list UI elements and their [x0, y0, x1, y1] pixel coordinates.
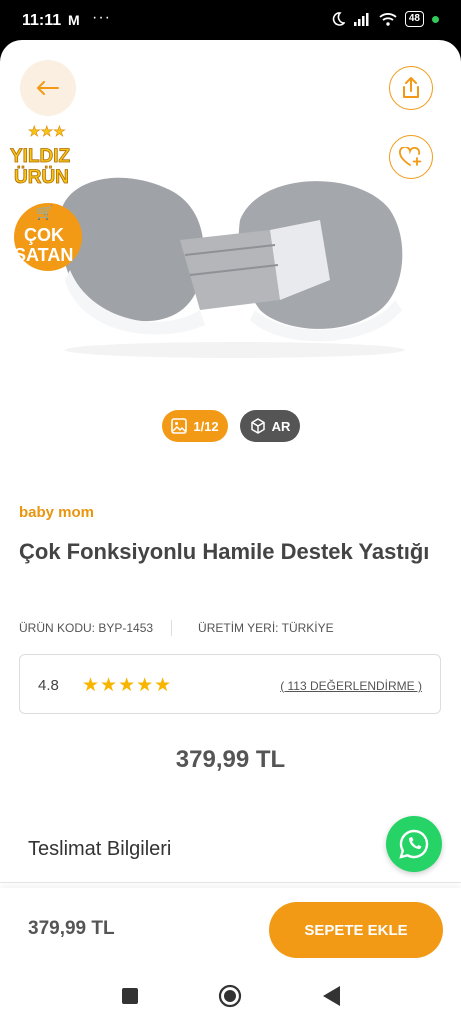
rating-stars: ★★★★★ [82, 675, 173, 696]
home-button[interactable] [218, 984, 242, 1008]
signal-icon [353, 13, 369, 26]
wifi-icon [379, 13, 397, 26]
badge-star-line1: YILDIZ [10, 146, 71, 167]
gallery-counter-button[interactable]: 1/12 [162, 410, 228, 442]
rating-score: 4.8 [38, 677, 59, 694]
back-button[interactable] [20, 60, 76, 116]
badge-cok-line1: ÇOK [24, 225, 64, 245]
cube-icon [250, 418, 265, 434]
product-meta: ÜRÜN KODU: BYP-1453 ÜRETİM YERİ: TÜRKİYE [19, 620, 334, 636]
more-notifications-icon: ··· [92, 9, 111, 26]
add-to-cart-button[interactable]: SEPETE EKLE [269, 902, 443, 958]
status-bar: 11:11 M ··· 48 [0, 0, 461, 40]
brand-link[interactable]: baby mom [19, 504, 94, 521]
product-image[interactable] [40, 160, 430, 360]
image-icon [171, 418, 188, 434]
status-time: 11:11 [22, 12, 62, 29]
heart-plus-icon [399, 147, 422, 166]
svg-text:★★★: ★★★ [28, 124, 66, 140]
reviews-link[interactable]: ( 113 DEĞERLENDİRME ) [280, 679, 422, 693]
bottom-purchase-bar: 379,99 TL SEPETE EKLE [0, 888, 461, 968]
recents-button[interactable] [122, 988, 138, 1004]
moon-icon [332, 12, 345, 26]
battery-icon: 48 [404, 11, 424, 27]
product-code: ÜRÜN KODU: BYP-1453 [19, 621, 154, 635]
privacy-dot [432, 15, 439, 23]
rating-box[interactable]: 4.8 ★★★★★ ( 113 DEĞERLENDİRME ) [19, 654, 441, 714]
whatsapp-icon [399, 829, 429, 859]
system-back-button[interactable] [320, 984, 342, 1008]
star-product-badge: ★★★ YILDIZ ÜRÜN [8, 120, 88, 190]
arrow-left-icon [37, 81, 59, 95]
svg-text:🛒: 🛒 [36, 204, 53, 221]
gmail-icon: M [68, 12, 80, 28]
whatsapp-button[interactable] [386, 816, 442, 872]
bottom-price: 379,99 TL [28, 918, 115, 939]
ar-button[interactable]: AR [240, 410, 300, 442]
product-title: Çok Fonksiyonlu Hamile Destek Yastığı [19, 539, 430, 564]
share-button[interactable] [389, 66, 433, 110]
share-icon [403, 77, 419, 98]
system-nav-bar [0, 968, 461, 1024]
product-hero: ★★★ YILDIZ ÜRÜN 🛒 ÇOK SATAN 1/12 AR [0, 40, 461, 442]
product-origin: ÜRETİM YERİ: TÜRKİYE [198, 621, 334, 635]
badge-star-line2: ÜRÜN [14, 167, 69, 188]
divider [0, 882, 461, 883]
meta-divider [171, 620, 173, 636]
gallery-counter: 1/12 [193, 418, 219, 434]
best-seller-badge: 🛒 ÇOK SATAN [10, 195, 90, 275]
badge-cok-line2: SATAN [14, 245, 73, 265]
delivery-info-header[interactable]: Teslimat Bilgileri [28, 838, 171, 861]
product-page: ★★★ YILDIZ ÜRÜN 🛒 ÇOK SATAN 1/12 AR baby… [0, 40, 461, 1024]
product-price: 379,99 TL [175, 746, 286, 773]
ar-label: AR [271, 418, 291, 434]
favorite-button[interactable] [389, 135, 433, 179]
